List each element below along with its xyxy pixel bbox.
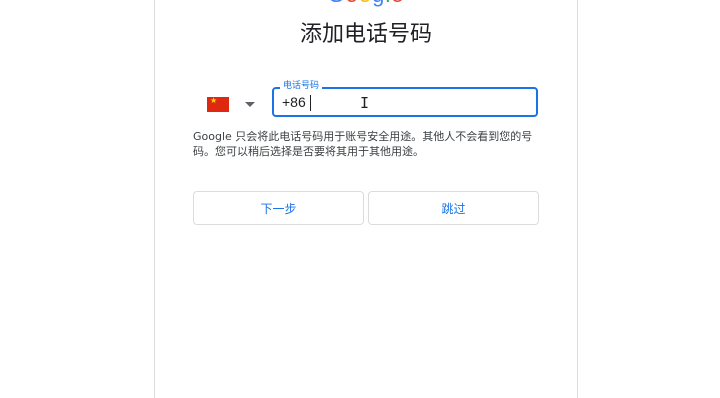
logo-letter: o — [346, 0, 359, 8]
skip-button[interactable]: 跳过 — [368, 191, 539, 225]
logo-letter: e — [391, 0, 404, 8]
logo-letter: o — [359, 0, 372, 8]
phone-number-label: 电话号码 — [280, 80, 323, 92]
phone-number-field[interactable]: 电话号码 +86 I — [272, 80, 538, 117]
signup-card: Google 添加电话号码 ★ 电话号码 +86 I Google 只会将此电话… — [154, 0, 578, 398]
logo-letter: G — [327, 0, 345, 8]
text-caret — [310, 95, 311, 111]
page-title: 添加电话号码 — [299, 22, 432, 47]
country-selector[interactable]: ★ — [207, 94, 261, 114]
chevron-down-icon — [245, 101, 255, 107]
phone-number-input[interactable]: +86 — [282, 94, 306, 110]
flag-star-icon: ★ — [210, 95, 218, 105]
google-logo: Google — [155, 0, 577, 8]
privacy-notice: Google 只会将此电话号码用于账号安全用途。其他人不会看到您的号码。您可以稍… — [193, 130, 533, 158]
china-flag-icon: ★ — [207, 95, 229, 112]
next-button[interactable]: 下一步 — [193, 191, 364, 225]
logo-letter: g — [372, 0, 385, 8]
ibeam-cursor-icon: I — [360, 94, 370, 112]
